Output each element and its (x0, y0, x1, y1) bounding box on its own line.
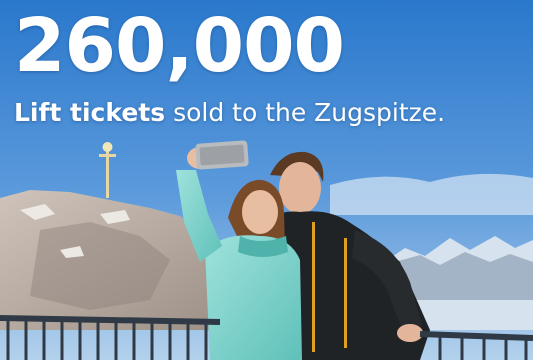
person-right-face (279, 162, 321, 214)
caption: Lift tickets sold to the Zugspitze. (14, 97, 445, 129)
distant-ridges (395, 252, 533, 300)
headline-number: 260,000 (14, 3, 345, 89)
person-left-face (242, 190, 278, 234)
caption-emphasis: Lift tickets (14, 98, 166, 127)
promo-card: 260,000 Lift tickets sold to the Zugspit… (0, 0, 533, 360)
zip-accent-right (344, 238, 347, 348)
zip-accent-left (312, 222, 315, 352)
caption-rest: sold to the Zugspitze. (165, 98, 446, 127)
person-right-hand (397, 324, 423, 342)
